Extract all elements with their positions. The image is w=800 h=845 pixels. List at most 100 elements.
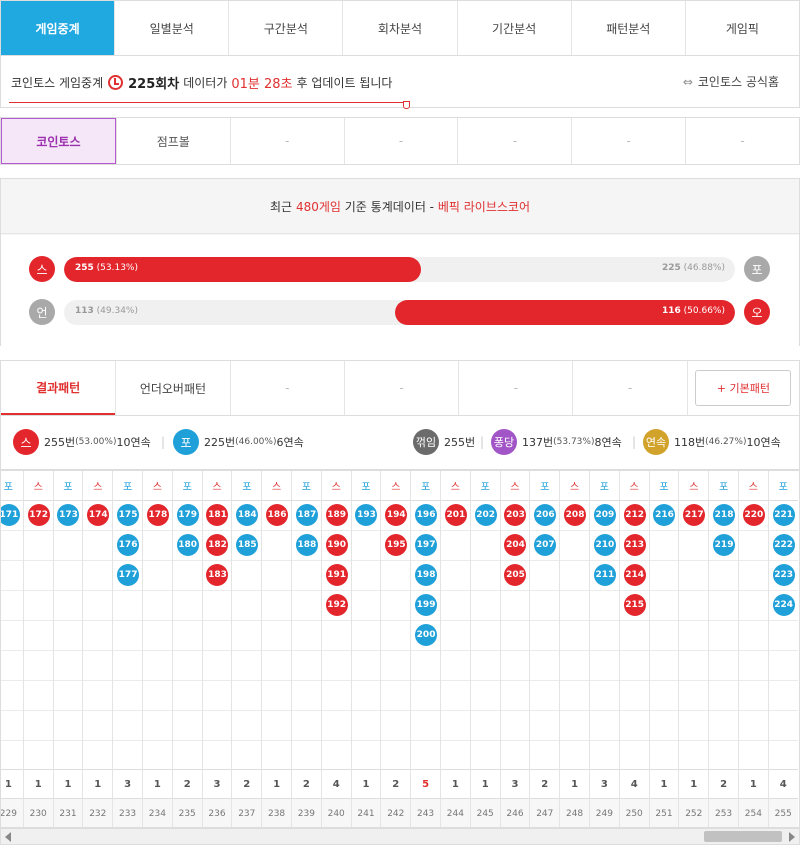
tab-game-pick[interactable]: 게임픽 xyxy=(684,1,799,55)
column-header: 포 xyxy=(172,471,202,501)
grid-cell xyxy=(619,711,649,741)
basic-pattern-button[interactable]: + 기본패턴 xyxy=(695,370,792,406)
game-tab-empty: - xyxy=(571,118,685,164)
tab-period-analysis[interactable]: 기간분석 xyxy=(456,1,571,55)
tab-game-broadcast[interactable]: 게임중계 xyxy=(1,1,115,55)
summary-pct: (46.00%) xyxy=(235,437,277,447)
grid-cell xyxy=(470,651,500,681)
grid-cell xyxy=(560,681,589,711)
update-countdown: 01분 28초 xyxy=(231,77,293,92)
grid-cell xyxy=(411,741,440,771)
grid-cell xyxy=(113,591,142,621)
result-ball: 187 xyxy=(295,504,318,526)
streak-count: 1 xyxy=(351,769,381,799)
stat-track: 255 (53.13%) 225 (46.88%) xyxy=(64,257,735,282)
streak-count: 1 xyxy=(560,769,589,799)
grid-cell xyxy=(679,681,709,711)
grid-cell xyxy=(23,741,53,771)
result-ball: 199 xyxy=(415,594,438,616)
tab-result-pattern[interactable]: 결과패턴 xyxy=(1,361,116,415)
tab-daily-analysis[interactable]: 일별분석 xyxy=(114,1,229,55)
grid-cell xyxy=(53,741,83,771)
update-prefix: 코인토스 게임중계 xyxy=(11,76,104,90)
streak-count: 4 xyxy=(321,769,351,799)
column-header: 스 xyxy=(321,471,351,501)
grid-cell xyxy=(679,651,709,681)
streak-count: 1 xyxy=(1,769,23,799)
grid-cell xyxy=(53,531,83,561)
stat-right-count: 225 xyxy=(662,263,681,273)
round-number: 236 xyxy=(202,799,232,827)
grid-cell xyxy=(500,591,530,621)
grid-cell xyxy=(590,591,619,621)
column-header: 포 xyxy=(292,471,321,501)
grid-cell xyxy=(470,531,500,561)
result-ball: 215 xyxy=(623,594,646,616)
grid-cell xyxy=(143,711,172,741)
tab-pattern-analysis[interactable]: 패턴분석 xyxy=(570,1,685,55)
stat-right-pct: (46.88%) xyxy=(680,263,725,273)
result-ball: 196 xyxy=(415,504,438,526)
pattern-column: 스 189 190 191 192 4 240 xyxy=(320,471,351,827)
grid-cell xyxy=(83,651,113,681)
grid-cell xyxy=(530,681,560,711)
update-mid: 데이터가 xyxy=(183,76,228,90)
grid-cell xyxy=(53,591,83,621)
grid-cell xyxy=(113,651,142,681)
summary-symbol: 스 xyxy=(13,429,39,455)
stat-left-count: 113 xyxy=(75,306,94,316)
streak-count: 3 xyxy=(590,769,619,799)
grid-cell xyxy=(381,591,411,621)
game-tab-cointoss[interactable]: 코인토스 xyxy=(1,118,116,164)
pattern-column: 스 212 213 214 215 4 250 xyxy=(618,471,649,827)
column-header: 포 xyxy=(1,471,23,501)
grid-cell xyxy=(590,681,619,711)
result-ball: 180 xyxy=(176,534,199,556)
horizontal-scrollbar[interactable] xyxy=(0,828,800,845)
grid-cell xyxy=(768,681,798,711)
grid-cell xyxy=(232,561,262,591)
grid-cell xyxy=(83,621,113,651)
round-number: 249 xyxy=(590,799,619,827)
grid-cell xyxy=(590,711,619,741)
scroll-left-arrow-icon[interactable] xyxy=(5,832,11,842)
result-ball: 177 xyxy=(117,564,140,586)
grid-cell xyxy=(113,621,142,651)
grid-cell xyxy=(143,531,172,561)
grid-cell xyxy=(143,561,172,591)
update-progress-bar xyxy=(9,101,410,109)
official-site-link[interactable]: ⇔ 코인토스 공식홈 xyxy=(683,73,779,90)
grid-cell xyxy=(23,561,53,591)
stat-left-symbol: 스 xyxy=(29,256,55,282)
grid-cell xyxy=(143,621,172,651)
grid-cell xyxy=(232,651,262,681)
grid-cell xyxy=(500,651,530,681)
tab-underover-pattern[interactable]: 언더오버패턴 xyxy=(115,361,229,415)
grid-cell xyxy=(351,711,381,741)
tab-range-analysis[interactable]: 구간분석 xyxy=(228,1,343,55)
grid-cell xyxy=(83,741,113,771)
summary-separator: | xyxy=(480,435,485,449)
tab-round-analysis[interactable]: 회차분석 xyxy=(342,1,457,55)
round-number: 232 xyxy=(83,799,113,827)
column-header: 스 xyxy=(143,471,172,501)
streak-count: 1 xyxy=(470,769,500,799)
pattern-grid: 포 171 1 229 스 172 1 230 포 173 1 231 스 174 1 232 포 175 176 1… xyxy=(0,470,800,828)
streak-count: 2 xyxy=(709,769,738,799)
grid-cell xyxy=(202,591,232,621)
pattern-column: 스 203 204 205 3 246 xyxy=(499,471,530,827)
grid-cell xyxy=(83,711,113,741)
grid-cell xyxy=(113,711,142,741)
scroll-right-arrow-icon[interactable] xyxy=(789,832,795,842)
grid-cell xyxy=(619,621,649,651)
result-ball: 189 xyxy=(325,504,348,526)
scrollbar-thumb[interactable] xyxy=(704,831,782,842)
grid-cell xyxy=(590,621,619,651)
round-number: 233 xyxy=(113,799,142,827)
grid-cell xyxy=(470,591,500,621)
game-tab-jumpball[interactable]: 점프볼 xyxy=(115,118,230,164)
grid-cell xyxy=(649,681,679,711)
pattern-summary: 스 255번 (53.00%) 10연속 | 포 225번 (46.00%) 6연속 꺾임… xyxy=(0,416,800,470)
round-number: 235 xyxy=(172,799,202,827)
stats-mid: 기준 통계데이터 - xyxy=(344,199,435,214)
